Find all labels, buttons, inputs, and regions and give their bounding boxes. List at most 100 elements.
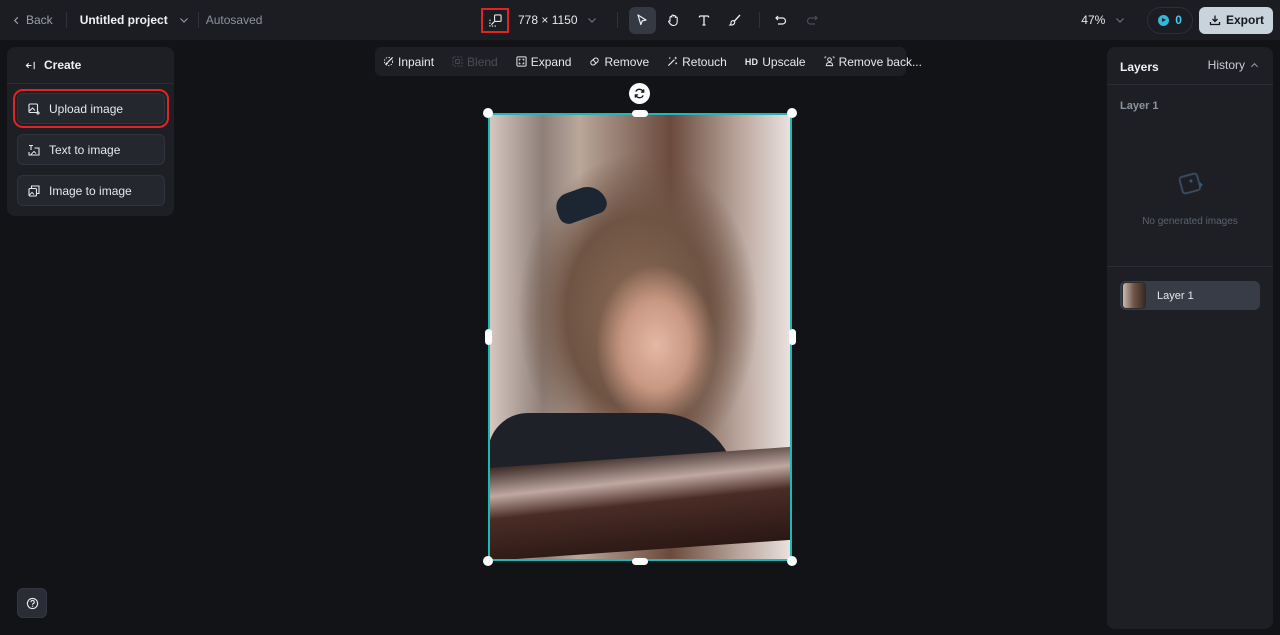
resize-handle-right[interactable]	[789, 329, 796, 345]
save-status: Autosaved	[205, 13, 263, 27]
resize-handle-top-right[interactable]	[787, 108, 797, 118]
layer-item[interactable]: Layer 1	[1120, 281, 1260, 310]
inpaint-label: Inpaint	[398, 54, 435, 69]
divider	[758, 12, 760, 28]
retouch-icon	[668, 56, 678, 67]
redo-icon	[806, 15, 818, 25]
remove-button[interactable]: Remove	[589, 55, 649, 69]
top-bar-right: 47% 0 Export	[1081, 0, 1273, 40]
upload-image-button[interactable]: Upload image	[13, 89, 169, 128]
upload-image-icon	[28, 102, 40, 115]
retouch-label: Retouch	[682, 54, 727, 69]
blend-button[interactable]: Blend	[452, 55, 498, 69]
resize-icon	[488, 13, 502, 27]
layers-title: Layers	[1120, 60, 1159, 74]
blend-label: Blend	[467, 54, 498, 69]
rotate-icon	[634, 88, 645, 99]
export-label: Export	[1225, 13, 1264, 27]
help-icon	[26, 597, 38, 609]
image-detail	[552, 181, 610, 227]
cursor-icon	[637, 14, 647, 26]
text-to-image-button[interactable]: Text to image	[17, 134, 165, 165]
download-icon	[1209, 15, 1221, 26]
expand-label: Expand	[530, 54, 572, 69]
text-to-image-label: Text to image	[49, 142, 121, 157]
chevron-down-icon	[587, 18, 596, 23]
history-label: History	[1207, 58, 1245, 72]
resize-handle-left[interactable]	[485, 329, 492, 345]
resize-handle-top[interactable]	[632, 110, 648, 117]
eraser-icon	[590, 57, 600, 66]
back-label: Back	[26, 13, 53, 27]
layers-panel-header: Layers History	[1107, 47, 1273, 85]
text-to-image-icon	[28, 144, 40, 156]
undo-button[interactable]	[768, 7, 795, 34]
zoom-level: 47%	[1081, 13, 1106, 27]
canvas-size-dropdown[interactable]: 778 × 1150	[518, 13, 597, 27]
resize-handle-bottom-right[interactable]	[787, 556, 797, 566]
remove-background-label: Remove back...	[838, 54, 922, 69]
top-bar-center: 778 × 1150	[481, 0, 830, 40]
redo-button[interactable]	[799, 7, 826, 34]
divider	[616, 12, 618, 28]
resize-canvas-button[interactable]	[481, 7, 509, 33]
divider	[1107, 266, 1273, 267]
collapse-left-icon	[25, 61, 35, 69]
text-icon	[698, 15, 710, 26]
resize-handle-top-left[interactable]	[483, 108, 493, 118]
image-detail	[488, 446, 792, 561]
divider	[65, 12, 67, 28]
layers-panel: Layers History Layer 1 No generated imag…	[1107, 47, 1273, 629]
expand-icon	[516, 56, 527, 67]
inpaint-button[interactable]: Inpaint	[383, 55, 434, 69]
edit-toolbar: Inpaint Blend Expand Remove Retouch HD U…	[375, 47, 922, 76]
remove-label: Remove	[604, 54, 650, 69]
project-name-dropdown[interactable]: Untitled project	[80, 13, 189, 27]
remove-background-icon	[824, 56, 835, 67]
credits-button[interactable]: 0	[1147, 6, 1193, 34]
credits-icon	[1158, 14, 1170, 26]
blend-icon	[452, 56, 463, 67]
upscale-button[interactable]: HD Upscale	[745, 55, 806, 69]
rotate-handle[interactable]	[629, 83, 650, 104]
image-to-image-button[interactable]: Image to image	[17, 175, 165, 206]
create-panel-title: Create	[44, 58, 82, 72]
chevron-left-icon	[13, 16, 19, 24]
text-tool-button[interactable]	[691, 7, 718, 34]
brush-icon	[728, 14, 741, 26]
empty-image-icon	[1178, 172, 1203, 195]
history-toggle[interactable]: History	[1208, 58, 1259, 72]
image-to-image-icon	[28, 184, 40, 197]
remove-background-button[interactable]: Remove back...	[824, 55, 922, 69]
help-button[interactable]	[17, 588, 47, 618]
upload-image-label: Upload image	[49, 101, 124, 116]
retouch-button[interactable]: Retouch	[667, 55, 727, 69]
resize-handle-bottom[interactable]	[632, 558, 648, 565]
back-button[interactable]: Back	[12, 13, 53, 27]
select-tool-button[interactable]	[628, 6, 656, 34]
create-panel: Create Upload image Text to image Image …	[7, 47, 174, 216]
create-panel-header[interactable]: Create	[7, 47, 174, 84]
zoom-dropdown[interactable]: 47%	[1081, 13, 1125, 27]
history-layer-label: Layer 1	[1120, 100, 1159, 112]
undo-icon	[775, 15, 787, 25]
top-bar-left: Back Untitled project Autosaved	[12, 0, 262, 40]
canvas-size: 778 × 1150	[518, 13, 578, 27]
hd-icon: HD	[744, 56, 759, 67]
inpaint-icon	[383, 56, 394, 67]
layer-thumbnail	[1122, 282, 1146, 309]
image-to-image-label: Image to image	[49, 183, 132, 198]
expand-button[interactable]: Expand	[516, 54, 572, 69]
resize-handle-bottom-left[interactable]	[483, 556, 493, 566]
top-bar: Back Untitled project Autosaved 778 × 11…	[0, 0, 1280, 40]
hand-tool-button[interactable]	[660, 7, 687, 34]
hand-icon	[668, 14, 678, 27]
chevron-up-icon	[1250, 62, 1259, 67]
canvas-image[interactable]	[488, 113, 792, 561]
divider	[197, 12, 199, 28]
export-button[interactable]: Export	[1198, 6, 1273, 34]
empty-state-text: No generated images	[1142, 216, 1238, 227]
layer-name: Layer 1	[1157, 289, 1194, 302]
project-name: Untitled project	[79, 13, 168, 27]
brush-tool-button[interactable]	[722, 7, 749, 34]
